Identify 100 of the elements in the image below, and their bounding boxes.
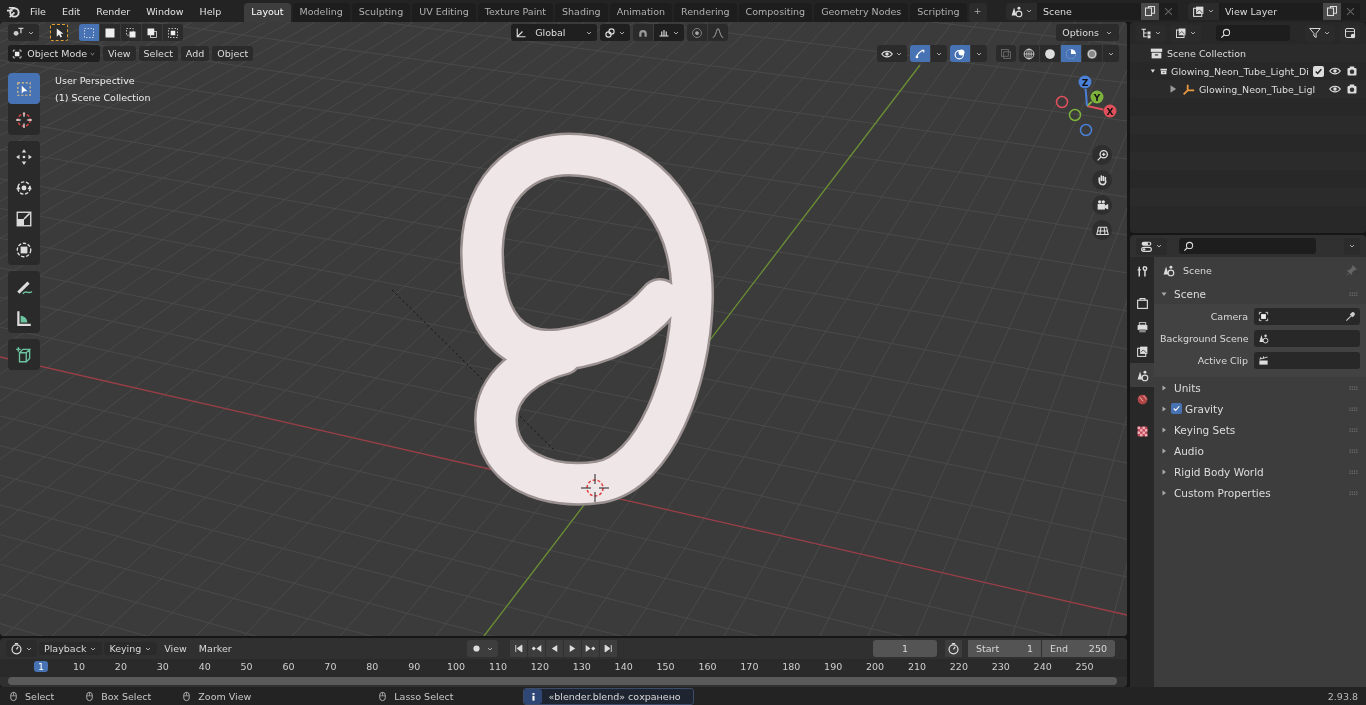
end-frame-field[interactable]: End 250	[1042, 640, 1115, 657]
camera-icon[interactable]	[1346, 65, 1358, 77]
workspace-tab[interactable]: Geometry Nodes	[814, 3, 909, 22]
pivot-point-dropdown[interactable]	[600, 24, 631, 41]
target-circle-icon	[691, 26, 704, 39]
timeline-scrollbar[interactable]	[8, 677, 1117, 685]
workspace-tab[interactable]: Modeling	[292, 3, 350, 22]
next-keyframe-button[interactable]	[582, 640, 599, 657]
object-field[interactable]	[1254, 308, 1360, 325]
viewport-menu[interactable]: Object	[212, 46, 254, 61]
selection-mode-button[interactable]	[142, 24, 162, 41]
axis-handle[interactable]: Z	[1078, 75, 1092, 89]
eye-icon[interactable]	[1329, 83, 1341, 95]
shading-mode-button[interactable]	[1061, 45, 1081, 62]
workspace-tab[interactable]: Shading	[555, 3, 608, 22]
jump-start-button[interactable]	[510, 640, 527, 657]
workspace-tab[interactable]: Scripting	[910, 3, 967, 22]
menu-item[interactable]: Edit	[54, 3, 88, 19]
add-workspace-button[interactable]: +	[968, 3, 987, 22]
scene-menu-button[interactable]	[1006, 2, 1037, 20]
workspace-tab[interactable]: Compositing	[738, 3, 813, 22]
selection-mode-button[interactable]	[121, 24, 141, 41]
editor-type-button[interactable]	[1136, 237, 1167, 255]
play-button[interactable]	[564, 640, 581, 657]
menu-item[interactable]: Help	[192, 3, 229, 19]
3d-cursor-icon[interactable]	[580, 473, 610, 503]
snap-toggle[interactable]	[633, 24, 654, 41]
start-frame-field[interactable]: Start 1	[968, 640, 1041, 657]
visibility-dropdown[interactable]	[877, 45, 907, 62]
outliner-item[interactable]: Scene Collection	[1167, 47, 1366, 59]
options-dropdown[interactable]: Options	[1056, 24, 1119, 41]
selection-mode-button[interactable]	[100, 24, 120, 41]
jump-end-button[interactable]	[600, 640, 617, 657]
editor-type-button[interactable]	[8, 24, 39, 41]
panel-title: Keying Sets	[1174, 423, 1237, 436]
proportional-editing-toggle[interactable]	[687, 24, 708, 41]
play-reverse-button[interactable]	[546, 640, 563, 657]
duplicate-button[interactable]	[1323, 2, 1341, 20]
close-icon[interactable]	[1345, 5, 1356, 17]
menu-item[interactable]: File	[23, 3, 53, 19]
negative-axis-handle[interactable]	[1055, 95, 1069, 109]
timeline-menu[interactable]: Marker	[193, 642, 237, 655]
workspace-tab[interactable]: Texture Paint	[477, 3, 554, 22]
shading-mode-button[interactable]	[1019, 45, 1039, 62]
duplicate-button[interactable]	[1141, 2, 1159, 20]
search-field[interactable]	[1216, 25, 1290, 41]
eye-icon[interactable]	[1329, 65, 1341, 77]
camera-icon[interactable]	[1346, 83, 1358, 95]
editor-type-button[interactable]	[6, 640, 37, 657]
viewport-menu[interactable]: Add	[180, 46, 210, 61]
frame-number: 30	[156, 661, 169, 672]
checkbox[interactable]	[1171, 403, 1182, 414]
close-icon[interactable]	[1163, 5, 1174, 17]
image-stack-menu-button[interactable]	[1188, 2, 1219, 20]
frame-number: 70	[324, 661, 337, 672]
workspace-tab[interactable]: Layout	[244, 3, 291, 22]
report-message[interactable]: «blender.blend» сохранено	[523, 687, 694, 705]
timeline-menu[interactable]: Playback	[39, 642, 103, 655]
search-icon	[1220, 27, 1231, 39]
shading-mode-button[interactable]	[1040, 45, 1060, 62]
shading-mode-button[interactable]	[1082, 45, 1102, 62]
neon-tube-nine-drawing[interactable]	[460, 132, 714, 506]
transform-orientation-dropdown[interactable]: Global	[511, 24, 598, 41]
outliner-item[interactable]: Glowing_Neon_Tube_Ligl	[1199, 83, 1325, 95]
preview-range-toggle[interactable]	[945, 640, 962, 657]
auto-keying-toggle[interactable]	[467, 640, 498, 657]
xray-toggle[interactable]	[996, 45, 1016, 62]
overlays-toggle[interactable]	[950, 45, 970, 62]
workspace-tab[interactable]: Rendering	[674, 3, 737, 22]
selection-mode-button[interactable]	[163, 24, 183, 41]
menu-item[interactable]: Render	[89, 3, 138, 19]
viewport-menu[interactable]: Select	[138, 46, 178, 61]
interaction-mode-dropdown[interactable]: Object Mode	[8, 45, 100, 62]
collapsed-triangle-icon[interactable]	[1168, 84, 1178, 94]
record-dot-icon	[471, 643, 482, 654]
previous-keyframe-button[interactable]	[528, 640, 545, 657]
current-frame-marker[interactable]: 1	[34, 661, 48, 672]
axis-handle[interactable]: Y	[1090, 90, 1104, 104]
exclude-checkbox[interactable]	[1313, 65, 1324, 77]
axis-handle[interactable]: X	[1103, 104, 1117, 118]
workspace-tab[interactable]: Animation	[609, 3, 673, 22]
menu-item[interactable]: Window	[139, 3, 191, 19]
eyedropper-icon[interactable]	[1345, 311, 1356, 322]
outliner-item[interactable]: Glowing_Neon_Tube_Light_Di	[1171, 65, 1309, 77]
viewport-menu[interactable]: View	[103, 46, 136, 61]
falloff-dropdown[interactable]	[708, 24, 729, 41]
object-field[interactable]	[1254, 330, 1360, 347]
timeline-menu[interactable]: Keying	[104, 642, 158, 655]
timeline-menu[interactable]: View	[159, 642, 192, 655]
workspace-tab[interactable]: UV Editing	[412, 3, 476, 22]
workspace-tab[interactable]: Sculpting	[351, 3, 411, 22]
negative-axis-handle[interactable]	[1068, 108, 1082, 122]
negative-axis-handle[interactable]	[1079, 123, 1093, 137]
gizmos-toggle[interactable]	[910, 45, 930, 62]
properties-tab[interactable]	[1130, 363, 1154, 387]
search-field[interactable]	[1179, 238, 1316, 254]
object-field[interactable]	[1254, 352, 1360, 369]
snap-element-dropdown[interactable]	[654, 24, 685, 41]
current-frame-field[interactable]: 1	[873, 640, 937, 657]
tool-select-button[interactable]	[50, 24, 68, 41]
